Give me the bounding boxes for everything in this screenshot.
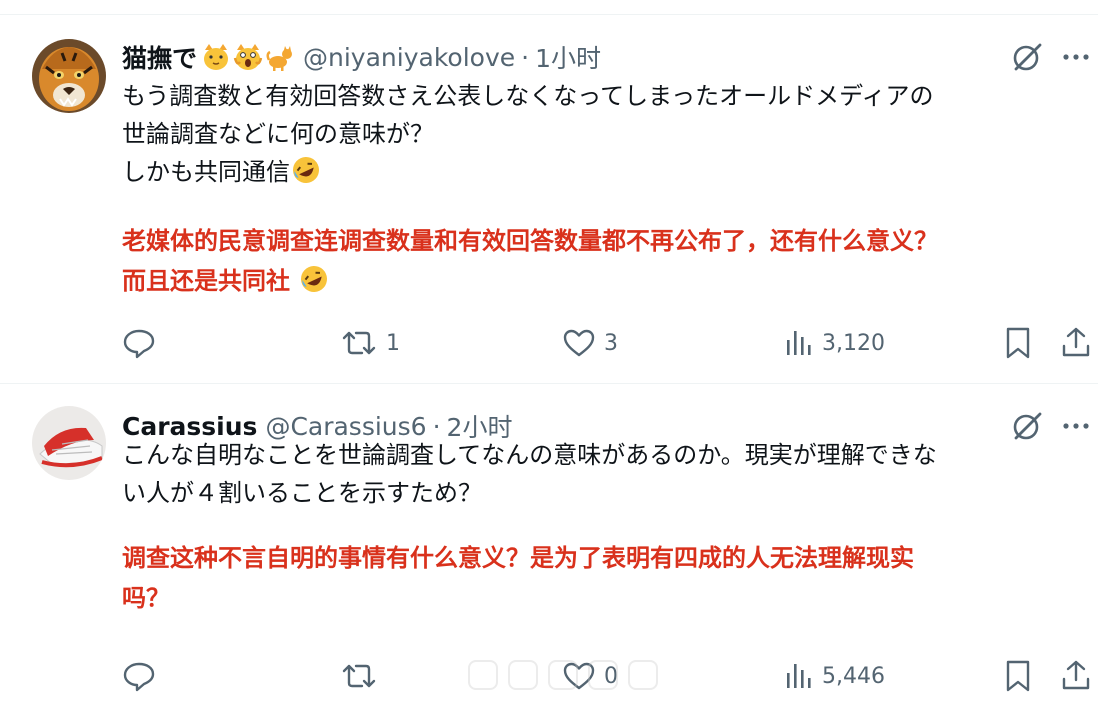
- retweet-icon: [342, 331, 376, 355]
- watermark-mark: [628, 660, 658, 690]
- translation-text: 调查这种不言自明的事情有什么意义？是为了表明有四成的人无法理解现实 吗？: [122, 538, 1082, 618]
- timestamp[interactable]: 1小时: [535, 39, 601, 75]
- analytics-icon: [787, 664, 811, 688]
- action-bar: 1 3 3,120: [0, 323, 1098, 363]
- bookmark-button[interactable]: [1003, 656, 1033, 696]
- views-count: 5,446: [822, 663, 885, 689]
- translation-text: 老媒体的民意调查连调查数量和有效回答数量都不再公布了，还有什么意义？ 而且还是共…: [122, 221, 1082, 301]
- watermark-mark: [508, 660, 538, 690]
- tweet-text-line: もう調査数と有効回答数さえ公表しなくなってしまったオールドメディアの: [122, 82, 934, 110]
- share-icon: [1062, 660, 1090, 690]
- avatar[interactable]: [32, 39, 106, 113]
- reply-icon: [123, 329, 155, 359]
- tweet-text-line: い人が４割いることを示すため？: [122, 479, 482, 507]
- reply-button[interactable]: [122, 323, 164, 363]
- tweet-text: こんな自明なことを世論調査してなんの意味があるのか。現実が理解できな い人が４割…: [122, 436, 1082, 512]
- share-icon: [1062, 327, 1090, 357]
- retweet-icon: [342, 664, 376, 688]
- reply-button[interactable]: [122, 656, 164, 696]
- tweet-header: 猫撫で @niyaniyakolove · 1小时: [122, 39, 601, 75]
- tweet-text-line: 世論調査などに何の意味が？: [122, 120, 434, 148]
- watermark-mark: [468, 660, 498, 690]
- bookmark-icon: [1006, 327, 1030, 359]
- name-emojis: [201, 42, 295, 72]
- tweet-text-line-wrap: しかも共同通信: [122, 153, 1082, 191]
- watermark-mark: [588, 660, 618, 690]
- user-handle[interactable]: @niyaniyakolove: [303, 43, 515, 72]
- translation-line-wrap: 而且还是共同社: [122, 261, 1082, 301]
- tweet-text-line: しかも共同通信: [122, 158, 290, 186]
- translation-line: 而且还是共同社: [122, 267, 299, 295]
- bookmark-button[interactable]: [1003, 323, 1033, 363]
- analytics-icon: [787, 331, 811, 355]
- share-button[interactable]: [1060, 656, 1092, 696]
- watermark: [468, 660, 658, 694]
- grok-icon[interactable]: [1010, 40, 1044, 74]
- retweet-button[interactable]: 1: [340, 323, 400, 363]
- translation-line: 吗？: [122, 584, 170, 612]
- tweet-text-line: こんな自明なことを世論調査してなんの意味があるのか。現実が理解できな: [122, 441, 937, 469]
- rolling-laughing-emoji: [293, 157, 319, 183]
- rolling-laughing-emoji: [301, 266, 328, 292]
- translation-line: 调查这种不言自明的事情有什么意义？是为了表明有四成的人无法理解现实: [122, 544, 914, 572]
- retweet-button[interactable]: [340, 656, 386, 696]
- more-options-icon[interactable]: [1060, 40, 1092, 74]
- reply-icon: [123, 662, 155, 692]
- like-button[interactable]: 3: [562, 323, 618, 363]
- bookmark-icon: [1006, 660, 1030, 692]
- views-button[interactable]: 3,120: [784, 323, 885, 363]
- screaming-cat-emoji: [233, 44, 263, 70]
- watermark-mark: [548, 660, 578, 690]
- views-count: 3,120: [822, 330, 885, 356]
- like-count: 3: [604, 330, 618, 356]
- views-button[interactable]: 5,446: [784, 656, 885, 696]
- heart-icon: [563, 329, 595, 357]
- avatar[interactable]: [32, 406, 106, 480]
- cat-face-emoji: [204, 44, 229, 70]
- cat-emoji: [266, 46, 293, 71]
- separator-dot: ·: [521, 42, 530, 72]
- share-button[interactable]: [1060, 323, 1092, 363]
- translation-line: 老媒体的民意调查连调查数量和有效回答数量都不再公布了，还有什么意义？: [122, 227, 938, 255]
- tweet-text: もう調査数と有効回答数さえ公表しなくなってしまったオールドメディアの 世論調査な…: [122, 77, 1082, 191]
- display-name[interactable]: 猫撫で: [122, 39, 197, 75]
- tweet-card[interactable]: 猫撫で @niyaniyakolove · 1小时 もう調査数と有効回答数さえ公…: [0, 15, 1098, 383]
- retweet-count: 1: [386, 330, 400, 356]
